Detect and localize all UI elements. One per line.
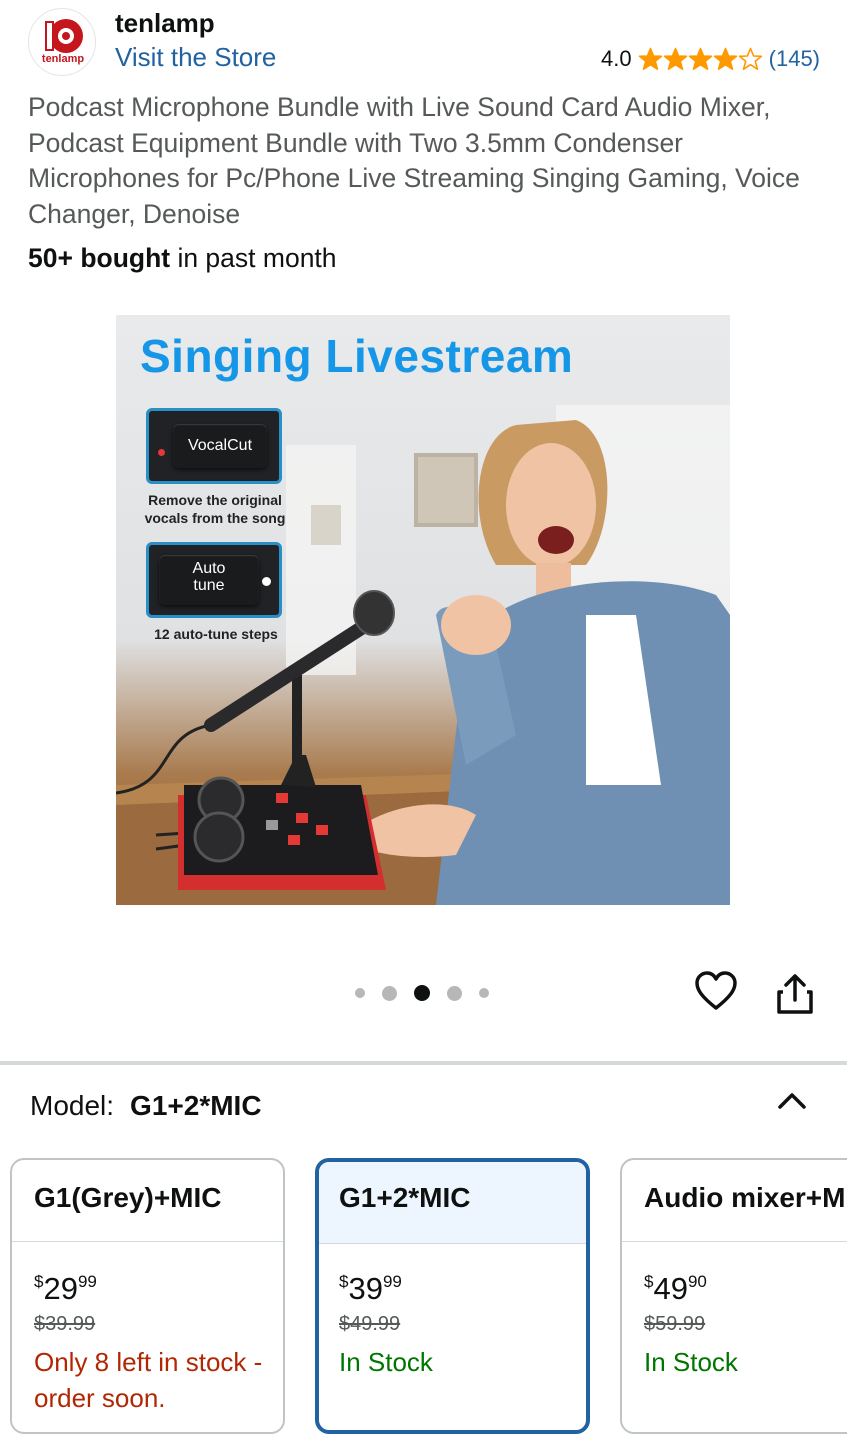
model-label: Model: — [30, 1090, 115, 1121]
variant-name: G1+2*MIC — [319, 1162, 586, 1244]
variant-stock-status: In Stock — [339, 1347, 433, 1377]
variant-price: $3999 — [339, 1264, 586, 1307]
visit-store-link[interactable]: Visit the Store — [115, 42, 276, 73]
carousel-dot[interactable] — [479, 988, 489, 998]
carousel-dot[interactable] — [414, 985, 430, 1001]
star-icon — [688, 47, 712, 70]
share-icon[interactable] — [775, 972, 815, 1016]
variant-list-price: $39.99 — [34, 1313, 96, 1335]
star-icon — [663, 47, 687, 70]
variant-card-g1-2mic[interactable]: G1+2*MIC $3999 $49.99 In Stock — [315, 1158, 590, 1434]
price-whole: 49 — [653, 1271, 688, 1306]
led-indicator — [262, 577, 271, 586]
tenlamp-logo-icon — [45, 19, 83, 53]
vocalcut-button: VocalCut — [173, 424, 267, 468]
image-headline: Singing Livestream — [140, 330, 574, 382]
price-fraction: 99 — [382, 1272, 402, 1291]
variant-card-g1-grey-mic[interactable]: G1(Grey)+MIC $2999 $39.99 Only 8 left in… — [10, 1158, 285, 1434]
price-whole: 39 — [348, 1271, 383, 1306]
bought-period: in past month — [170, 243, 337, 273]
bought-in-past-month: 50+ bought in past month — [28, 243, 337, 274]
rating-value: 4.0 — [601, 46, 632, 71]
store-logo[interactable]: tenlamp — [28, 8, 96, 76]
star-rating — [638, 47, 763, 72]
variant-stock-status: In Stock — [644, 1347, 738, 1377]
variant-name: Audio mixer+MIC — [622, 1160, 847, 1242]
model-value: G1+2*MIC — [130, 1090, 262, 1121]
product-image[interactable]: Singing Livestream VocalCut Remove the o… — [116, 315, 730, 905]
chevron-up-icon[interactable] — [775, 1087, 809, 1115]
heart-icon[interactable] — [694, 970, 738, 1014]
model-selector: Model: G1+2*MIC — [30, 1090, 262, 1122]
variant-price: $4990 — [644, 1264, 847, 1307]
variant-stock-status: Only 8 left in stock - order soon. — [34, 1347, 263, 1413]
autotune-card: Auto tune — [146, 542, 282, 618]
carousel-dot[interactable] — [355, 988, 365, 998]
vocalcut-card: VocalCut — [146, 408, 282, 484]
carousel-dot[interactable] — [447, 985, 462, 1001]
variant-price: $2999 — [34, 1264, 283, 1307]
vocalcut-note: Remove the original vocals from the song — [144, 492, 286, 526]
product-title: Podcast Microphone Bundle with Live Soun… — [28, 92, 800, 229]
carousel-dots[interactable] — [355, 985, 489, 1001]
rating-summary[interactable]: 4.0 (145) — [601, 46, 820, 72]
rating-count[interactable]: (145) — [769, 46, 820, 72]
autotune-line1: Auto — [192, 560, 226, 577]
price-fraction: 99 — [77, 1272, 97, 1291]
variant-card-audio-mixer-mic[interactable]: Audio mixer+MIC $4990 $59.99 In Stock — [620, 1158, 847, 1434]
brand-name[interactable]: tenlamp — [115, 8, 215, 39]
store-header: tenlamp tenlamp Visit the Store 4.0 (145… — [28, 6, 828, 76]
section-divider — [0, 1061, 847, 1065]
variant-list-price: $49.99 — [339, 1313, 401, 1335]
star-icon — [738, 47, 762, 70]
star-icon — [638, 47, 662, 70]
led-indicator — [158, 449, 165, 456]
variant-name: G1(Grey)+MIC — [12, 1160, 283, 1242]
price-whole: 29 — [43, 1271, 78, 1306]
autotune-note: 12 auto-tune steps — [154, 626, 278, 642]
bought-count: 50+ bought — [28, 243, 171, 273]
star-icon — [713, 47, 737, 70]
price-fraction: 90 — [687, 1272, 707, 1291]
autotune-button: Auto tune — [159, 555, 259, 605]
variant-list-price: $59.99 — [644, 1313, 706, 1335]
autotune-line2: tune — [193, 577, 225, 594]
carousel-dot[interactable] — [382, 985, 397, 1001]
logo-text: tenlamp — [41, 53, 85, 65]
